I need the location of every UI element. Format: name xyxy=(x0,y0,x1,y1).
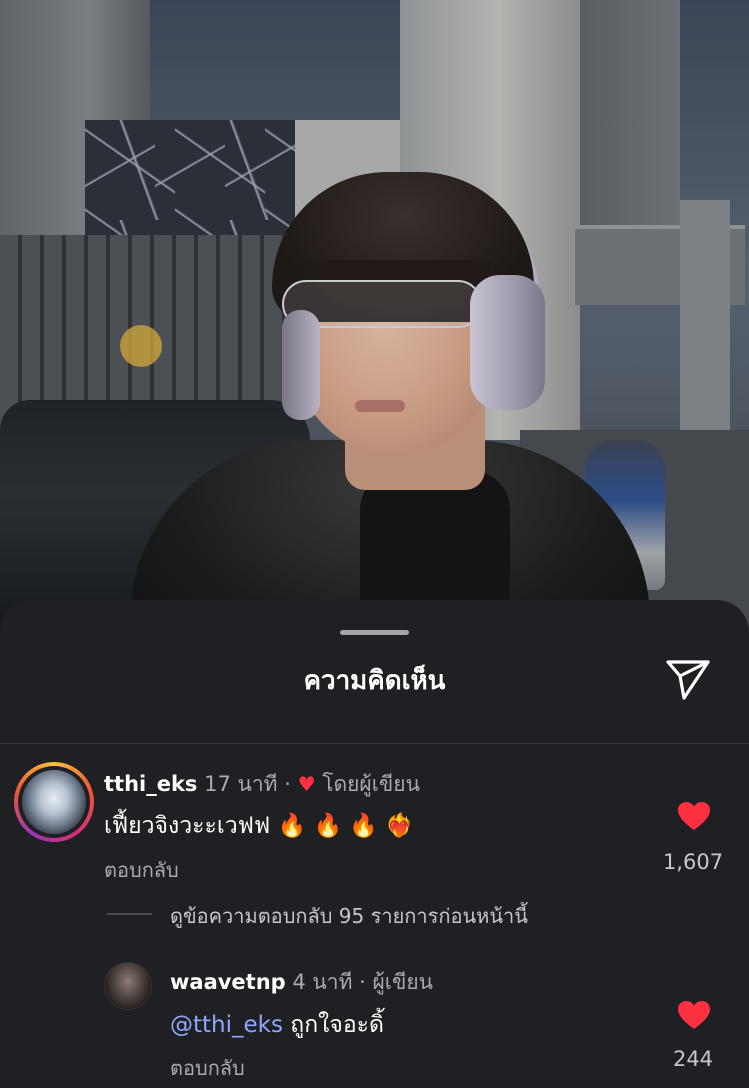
headphone-right xyxy=(470,275,545,410)
comment-body: เฟี้ยวจิงวะะเวฟฟ xyxy=(104,813,271,839)
heart-small-icon: ♥ xyxy=(297,772,316,796)
sheet-grabber[interactable] xyxy=(340,630,409,635)
reply-body: ถูกใจอะดิ้ xyxy=(290,1012,384,1038)
building xyxy=(680,200,730,450)
reply-time: 4 นาที xyxy=(292,970,353,994)
thread-line xyxy=(107,913,152,915)
divider xyxy=(0,743,749,744)
meta-separator: · xyxy=(284,772,291,796)
avatar xyxy=(22,770,86,834)
like-button[interactable] xyxy=(677,801,711,831)
reply-button[interactable]: ตอบกลับ xyxy=(104,854,179,886)
reply-button[interactable]: ตอบกลับ xyxy=(170,1052,245,1084)
heart-icon xyxy=(678,802,710,830)
liked-by-author-label: โดยผู้เขียน xyxy=(322,772,420,796)
street-sign xyxy=(120,325,162,367)
post-photo xyxy=(0,0,749,640)
comments-sheet: ความคิดเห็น tthi_eks 17 นาที · ♥ โดยผู้เ… xyxy=(0,600,749,1088)
avatar-story-ring[interactable] xyxy=(14,762,94,842)
like-button[interactable] xyxy=(677,1000,711,1030)
shirt xyxy=(360,470,510,610)
lips xyxy=(355,400,405,412)
comment-username[interactable]: tthi_eks xyxy=(104,772,197,796)
reply-avatar[interactable] xyxy=(104,962,152,1010)
mention-link[interactable]: @tthi_eks xyxy=(170,1012,283,1038)
comment-meta: tthi_eks 17 นาที · ♥ โดยผู้เขียน xyxy=(104,768,420,801)
meta-separator: · xyxy=(359,970,366,994)
headphone-left xyxy=(282,310,320,420)
reply-meta: waavetnp 4 นาที · ผู้เขียน xyxy=(170,966,433,999)
building xyxy=(580,0,680,230)
comment-text: เฟี้ยวจิงวะะเวฟฟ 🔥 🔥 🔥 ❤️‍🔥 xyxy=(104,808,414,844)
author-label: ผู้เขียน xyxy=(372,970,433,994)
like-count: 244 xyxy=(672,1047,714,1071)
heart-icon xyxy=(678,1001,710,1029)
reply-username[interactable]: waavetnp xyxy=(170,970,286,994)
share-button[interactable] xyxy=(662,656,714,702)
reply-text: @tthi_eks ถูกใจอะดิ้ xyxy=(170,1007,384,1043)
like-count: 1,607 xyxy=(662,850,724,874)
comment-emojis: 🔥 🔥 🔥 ❤️‍🔥 xyxy=(277,813,415,839)
sheet-title: ความคิดเห็น xyxy=(303,666,446,696)
paper-plane-icon xyxy=(666,660,710,700)
view-more-replies[interactable]: ดูข้อความตอบกลับ 95 รายการก่อนหน้านี้ xyxy=(170,900,528,932)
comment-time: 17 นาที xyxy=(204,772,278,796)
